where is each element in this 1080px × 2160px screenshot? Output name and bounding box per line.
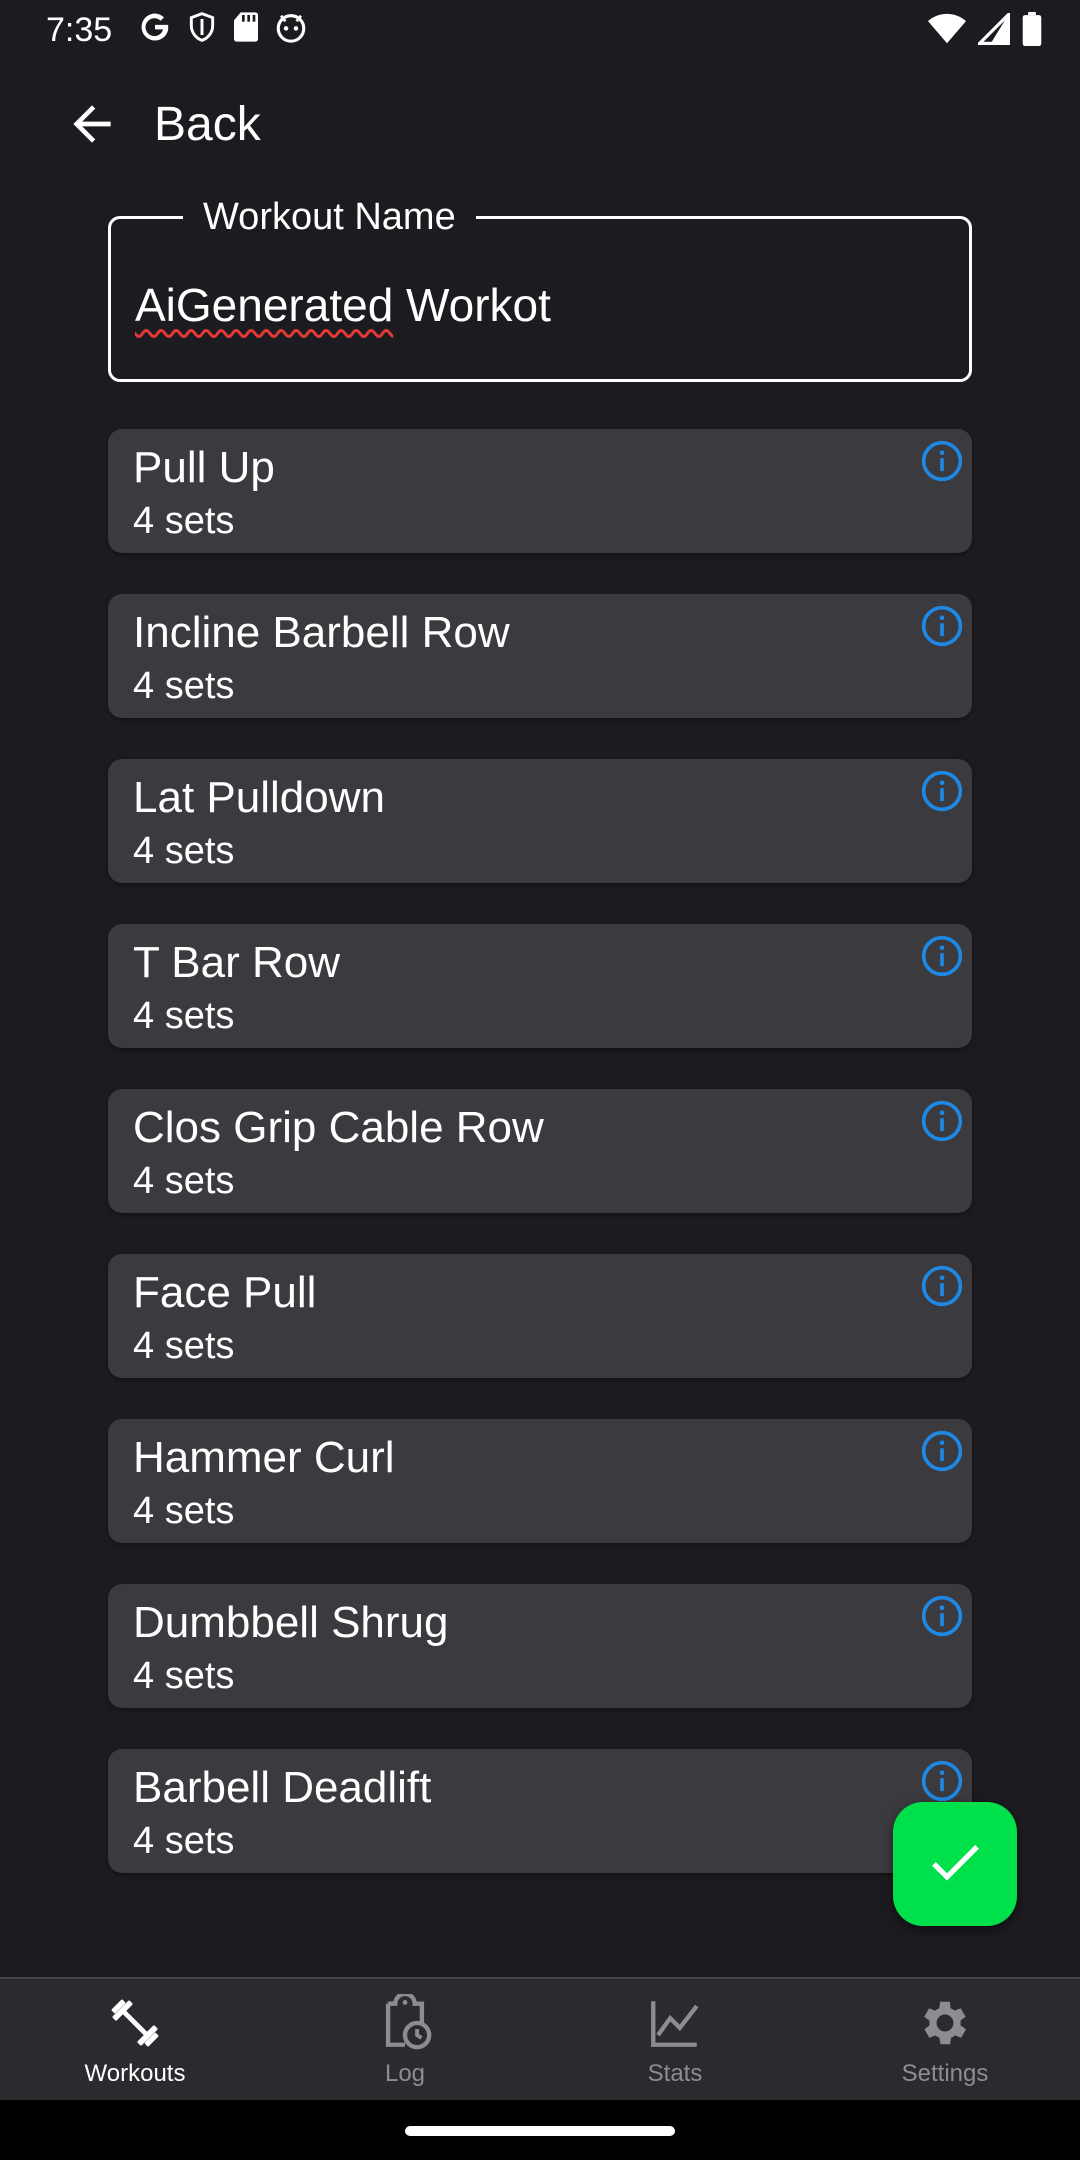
exercise-card[interactable]: Face Pull 4 sets (108, 1254, 972, 1378)
exercise-sets: 4 sets (133, 665, 235, 707)
exercise-card[interactable]: Hammer Curl 4 sets (108, 1419, 972, 1543)
workout-name-rest: Workot (393, 279, 551, 331)
status-bar: 7:35 (0, 0, 1080, 60)
checkmark-icon (923, 1830, 987, 1899)
nav-label-log: Log (384, 2060, 426, 2087)
workout-name-input[interactable]: AiGenerated Workot (135, 277, 551, 333)
wifi-icon (928, 13, 966, 45)
info-icon[interactable] (918, 1097, 966, 1145)
clipboard-clock-icon (375, 1993, 435, 2053)
workout-name-field[interactable]: Workout Name AiGenerated Workot (108, 195, 972, 382)
nav-label-settings: Settings (901, 2060, 989, 2087)
google-icon (138, 10, 172, 44)
exercise-card[interactable]: Lat Pulldown 4 sets (108, 759, 972, 883)
exercise-card[interactable]: Dumbbell Shrug 4 sets (108, 1584, 972, 1708)
info-icon[interactable] (918, 437, 966, 485)
status-notification-icons (138, 10, 308, 44)
exercise-name: Hammer Curl (133, 1433, 395, 1482)
exercise-list: Pull Up 4 sets Incline Barbell Row 4 set… (108, 429, 972, 1914)
exercise-sets: 4 sets (133, 1160, 235, 1202)
exercise-sets: 4 sets (133, 1325, 235, 1367)
bottom-navigation: Workouts Log Stats Settings (0, 1977, 1080, 2100)
back-label: Back (154, 97, 261, 151)
android-face-icon (274, 10, 308, 44)
exercise-name: Pull Up (133, 443, 275, 492)
exercise-name: Barbell Deadlift (133, 1763, 432, 1812)
workout-name-label: Workout Name (183, 195, 476, 239)
exercise-name: T Bar Row (133, 938, 341, 987)
info-icon[interactable] (918, 1757, 966, 1805)
exercise-name: Face Pull (133, 1268, 317, 1317)
exercise-name: Lat Pulldown (133, 773, 385, 822)
exercise-sets: 4 sets (133, 830, 235, 872)
info-icon[interactable] (918, 1592, 966, 1640)
exercise-card[interactable]: Incline Barbell Row 4 sets (108, 594, 972, 718)
info-icon[interactable] (918, 1427, 966, 1475)
gesture-handle[interactable] (405, 2126, 675, 2136)
back-button[interactable]: Back (60, 88, 261, 160)
nav-item-stats[interactable]: Stats (540, 1979, 810, 2100)
info-icon[interactable] (918, 602, 966, 650)
dumbbell-icon (105, 1993, 165, 2053)
nav-label-workouts: Workouts (84, 2060, 186, 2087)
chart-line-icon (645, 1993, 705, 2053)
exercise-card[interactable]: T Bar Row 4 sets (108, 924, 972, 1048)
nav-label-stats: Stats (647, 2060, 703, 2087)
nav-item-workouts[interactable]: Workouts (0, 1979, 270, 2100)
info-icon[interactable] (918, 1262, 966, 1310)
screen: 7:35 Back Workout Name AiGenerated Worko… (0, 0, 1080, 2160)
battery-icon (1022, 12, 1042, 46)
exercise-sets: 4 sets (133, 1655, 235, 1697)
info-icon[interactable] (918, 767, 966, 815)
info-icon[interactable] (918, 932, 966, 980)
shield-icon (186, 10, 218, 44)
exercise-card[interactable]: Pull Up 4 sets (108, 429, 972, 553)
status-system-icons (928, 12, 1042, 46)
exercise-sets: 4 sets (133, 500, 235, 542)
misspelled-word: AiGenerated (135, 279, 394, 331)
save-workout-button[interactable] (893, 1802, 1017, 1926)
arrow-back-icon (60, 92, 124, 156)
nav-item-settings[interactable]: Settings (810, 1979, 1080, 2100)
exercise-sets: 4 sets (133, 995, 235, 1037)
exercise-card[interactable]: Barbell Deadlift 4 sets (108, 1749, 972, 1873)
cell-signal-icon (978, 13, 1010, 45)
exercise-card[interactable]: Clos Grip Cable Row 4 sets (108, 1089, 972, 1213)
status-time: 7:35 (46, 11, 113, 49)
exercise-name: Dumbbell Shrug (133, 1598, 449, 1647)
exercise-sets: 4 sets (133, 1490, 235, 1532)
exercise-sets: 4 sets (133, 1820, 235, 1862)
exercise-name: Clos Grip Cable Row (133, 1103, 544, 1152)
sd-card-icon (232, 11, 260, 43)
exercise-name: Incline Barbell Row (133, 608, 510, 657)
system-navigation-bar (0, 2100, 1080, 2160)
gear-icon (915, 1993, 975, 2053)
nav-item-log[interactable]: Log (270, 1979, 540, 2100)
